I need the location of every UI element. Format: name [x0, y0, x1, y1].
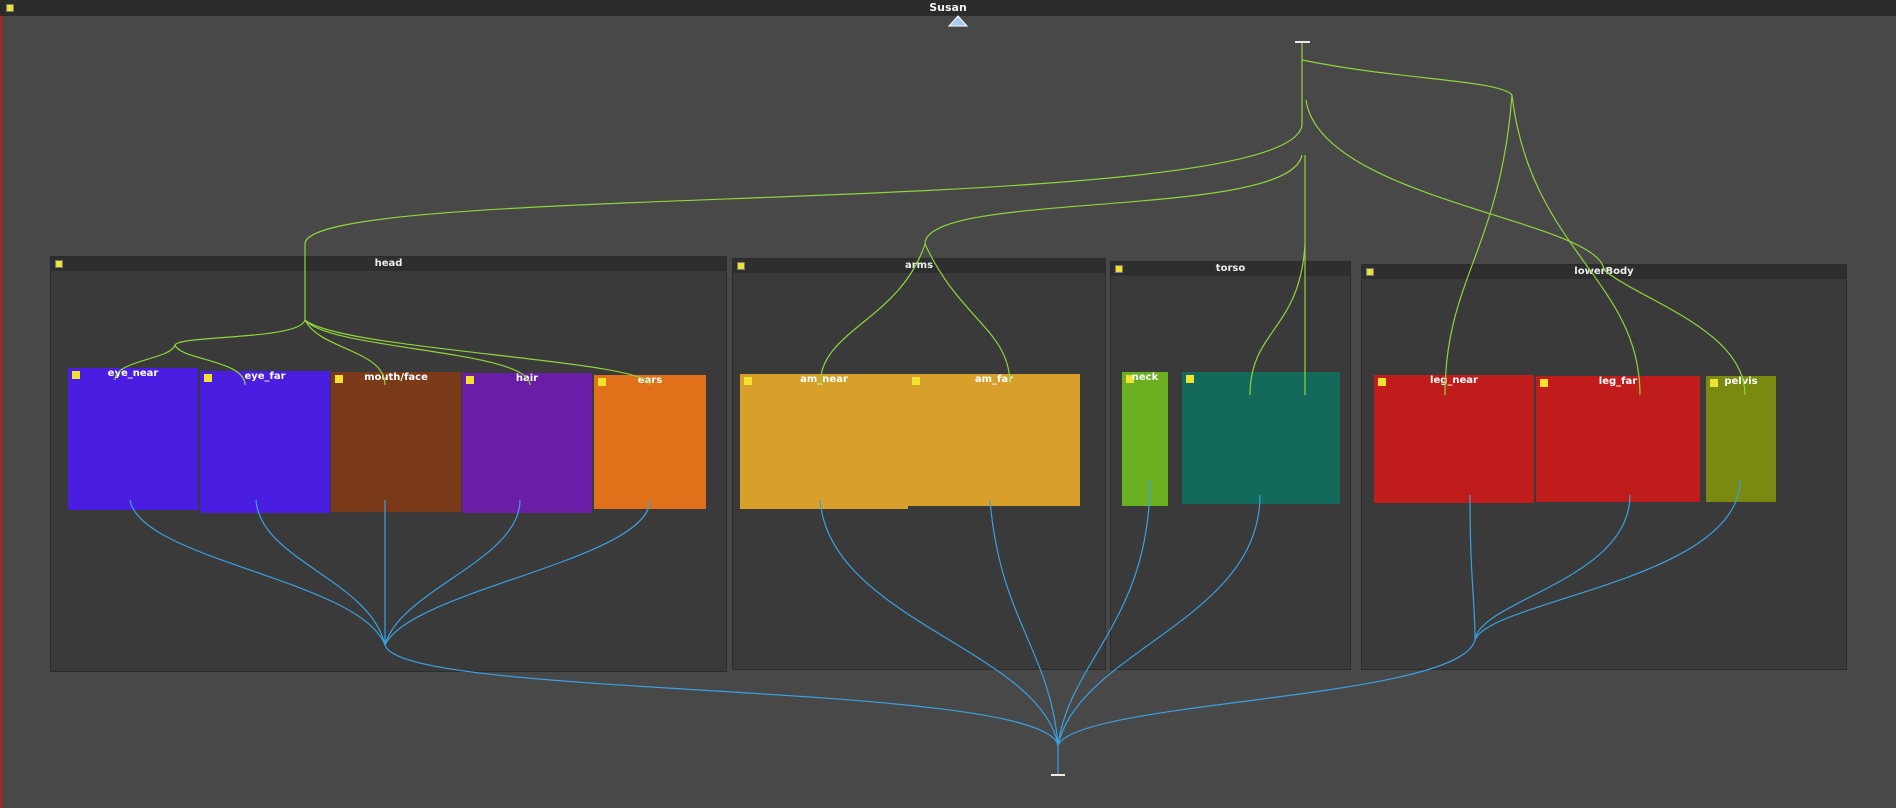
- node-graph-wires: [114, 41, 1746, 776]
